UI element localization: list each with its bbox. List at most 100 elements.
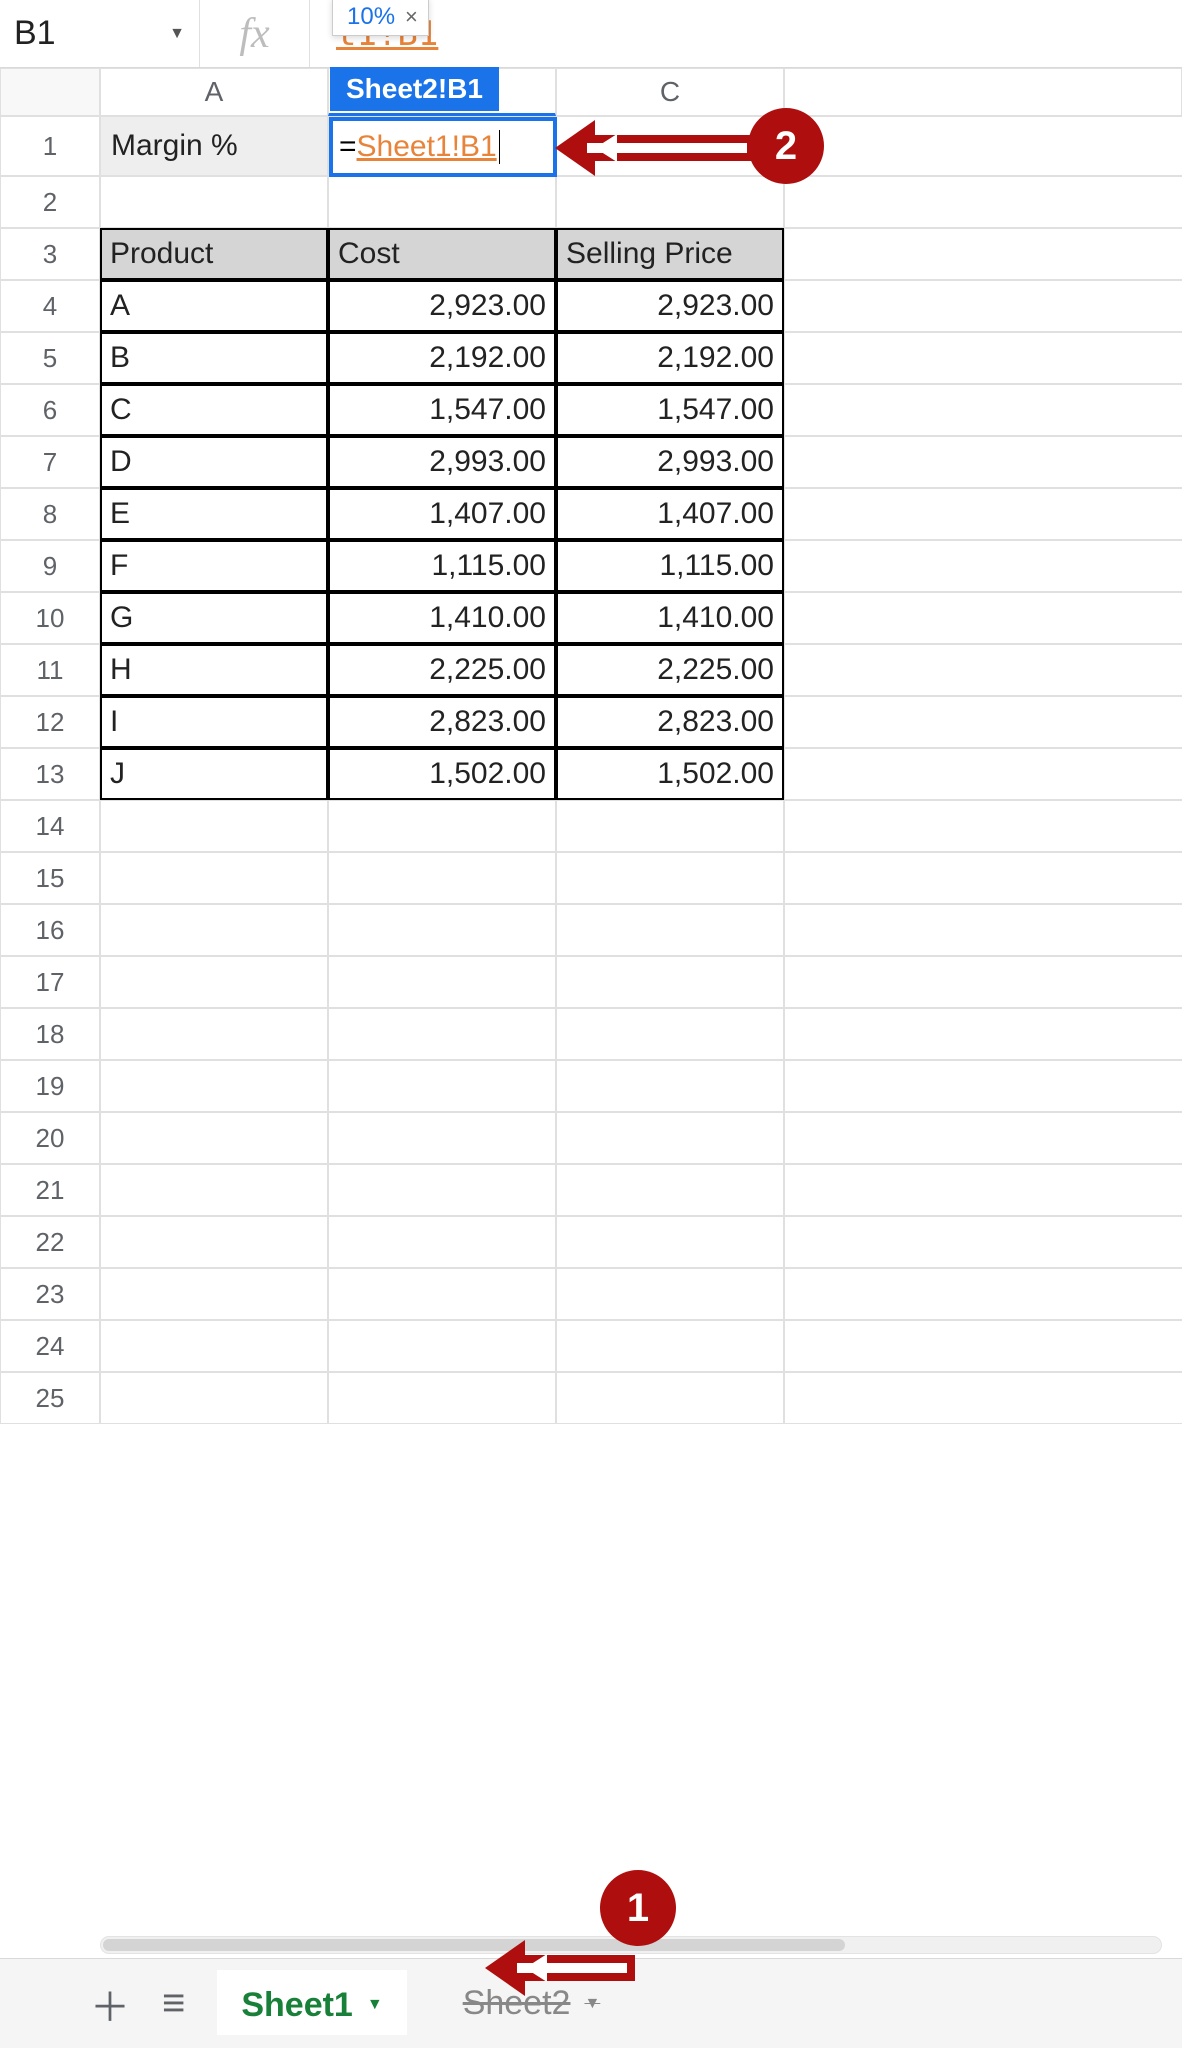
cell-filler[interactable]	[784, 1164, 1182, 1216]
row-header[interactable]: 5	[0, 332, 100, 384]
cell-filler[interactable]	[784, 1268, 1182, 1320]
row-header[interactable]: 10	[0, 592, 100, 644]
table-cell-value[interactable]: 1,410.00	[328, 592, 556, 644]
cell[interactable]	[100, 904, 328, 956]
cell-filler[interactable]	[784, 644, 1182, 696]
cell[interactable]	[100, 800, 328, 852]
row-header[interactable]: 11	[0, 644, 100, 696]
sheet-tab-sheet1[interactable]: Sheet1 ▼	[217, 1973, 406, 2035]
cell-filler[interactable]	[784, 904, 1182, 956]
row-header[interactable]: 18	[0, 1008, 100, 1060]
cell-filler[interactable]	[784, 280, 1182, 332]
table-cell-value[interactable]: 1,502.00	[328, 748, 556, 800]
cell[interactable]	[328, 1372, 556, 1424]
cell-filler[interactable]	[784, 436, 1182, 488]
cell[interactable]	[100, 1320, 328, 1372]
table-cell-value[interactable]: 2,923.00	[556, 280, 784, 332]
col-header-extra[interactable]	[784, 68, 1182, 116]
cell[interactable]	[556, 956, 784, 1008]
close-icon[interactable]: ×	[405, 4, 418, 30]
row-header[interactable]: 23	[0, 1268, 100, 1320]
cell-filler[interactable]	[784, 1372, 1182, 1424]
cell-filler[interactable]	[784, 1060, 1182, 1112]
row-header[interactable]: 21	[0, 1164, 100, 1216]
table-cell-product[interactable]: E	[100, 488, 328, 540]
table-cell-product[interactable]: A	[100, 280, 328, 332]
cell[interactable]	[556, 904, 784, 956]
cell-filler[interactable]	[784, 228, 1182, 280]
table-cell-value[interactable]: 2,993.00	[328, 436, 556, 488]
cell[interactable]	[100, 176, 328, 228]
cell-filler[interactable]	[784, 332, 1182, 384]
cell-filler[interactable]	[784, 116, 1182, 176]
row-header[interactable]: 9	[0, 540, 100, 592]
all-sheets-icon[interactable]: ≡	[162, 1981, 185, 2026]
row-header[interactable]: 22	[0, 1216, 100, 1268]
cell[interactable]	[328, 1060, 556, 1112]
table-cell-value[interactable]: 1,547.00	[328, 384, 556, 436]
row-header[interactable]: 2	[0, 176, 100, 228]
cell[interactable]	[556, 1164, 784, 1216]
table-cell-product[interactable]: B	[100, 332, 328, 384]
col-header-c[interactable]: C	[556, 68, 784, 116]
cell[interactable]	[328, 1112, 556, 1164]
row-header[interactable]: 20	[0, 1112, 100, 1164]
active-cell-editor[interactable]: = Sheet1!B1	[329, 117, 557, 177]
table-header[interactable]: Cost	[328, 228, 556, 280]
chevron-down-icon[interactable]: ▼	[584, 1995, 600, 2013]
cell[interactable]	[556, 1216, 784, 1268]
col-header-a[interactable]: A	[100, 68, 328, 116]
cell[interactable]	[556, 176, 784, 228]
table-cell-value[interactable]: 2,192.00	[328, 332, 556, 384]
cell-filler[interactable]	[784, 176, 1182, 228]
row-header[interactable]: 3	[0, 228, 100, 280]
table-cell-value[interactable]: 1,407.00	[328, 488, 556, 540]
cell-filler[interactable]	[784, 1112, 1182, 1164]
table-cell-value[interactable]: 1,410.00	[556, 592, 784, 644]
table-cell-value[interactable]: 1,407.00	[556, 488, 784, 540]
cell-filler[interactable]	[784, 384, 1182, 436]
table-cell-value[interactable]: 2,192.00	[556, 332, 784, 384]
cell[interactable]	[100, 1060, 328, 1112]
formula-input[interactable]: t1!B1	[310, 0, 1182, 67]
cell-filler[interactable]	[784, 1008, 1182, 1060]
cell[interactable]	[328, 1164, 556, 1216]
cell[interactable]	[556, 1268, 784, 1320]
cell[interactable]	[328, 852, 556, 904]
cell-a1-label[interactable]: Margin %	[100, 116, 328, 176]
cell[interactable]	[556, 1372, 784, 1424]
row-header[interactable]: 13	[0, 748, 100, 800]
add-sheet-icon[interactable]: ＋	[90, 1975, 130, 2033]
table-cell-value[interactable]: 1,115.00	[556, 540, 784, 592]
cell-filler[interactable]	[784, 1320, 1182, 1372]
cell[interactable]	[100, 1112, 328, 1164]
cell[interactable]	[100, 1008, 328, 1060]
cell-filler[interactable]	[784, 488, 1182, 540]
table-cell-product[interactable]: J	[100, 748, 328, 800]
cell-filler[interactable]	[784, 956, 1182, 1008]
cell[interactable]	[328, 1216, 556, 1268]
table-cell-product[interactable]: D	[100, 436, 328, 488]
cell[interactable]	[100, 1268, 328, 1320]
cell-filler[interactable]	[784, 852, 1182, 904]
cell[interactable]	[100, 1216, 328, 1268]
name-box[interactable]: B1 ▼	[0, 0, 200, 67]
cell[interactable]	[556, 800, 784, 852]
table-cell-product[interactable]: G	[100, 592, 328, 644]
cell-filler[interactable]	[784, 1216, 1182, 1268]
cell[interactable]	[328, 800, 556, 852]
name-box-dropdown-icon[interactable]: ▼	[169, 25, 185, 43]
table-cell-product[interactable]: I	[100, 696, 328, 748]
table-cell-value[interactable]: 2,923.00	[328, 280, 556, 332]
cell[interactable]	[556, 1008, 784, 1060]
cell[interactable]	[100, 852, 328, 904]
table-cell-product[interactable]: H	[100, 644, 328, 696]
row-header[interactable]: 4	[0, 280, 100, 332]
table-cell-value[interactable]: 1,547.00	[556, 384, 784, 436]
table-cell-product[interactable]: C	[100, 384, 328, 436]
table-cell-product[interactable]: F	[100, 540, 328, 592]
table-header[interactable]: Selling Price	[556, 228, 784, 280]
cell[interactable]	[328, 904, 556, 956]
cell[interactable]	[328, 956, 556, 1008]
cell[interactable]	[328, 176, 556, 228]
